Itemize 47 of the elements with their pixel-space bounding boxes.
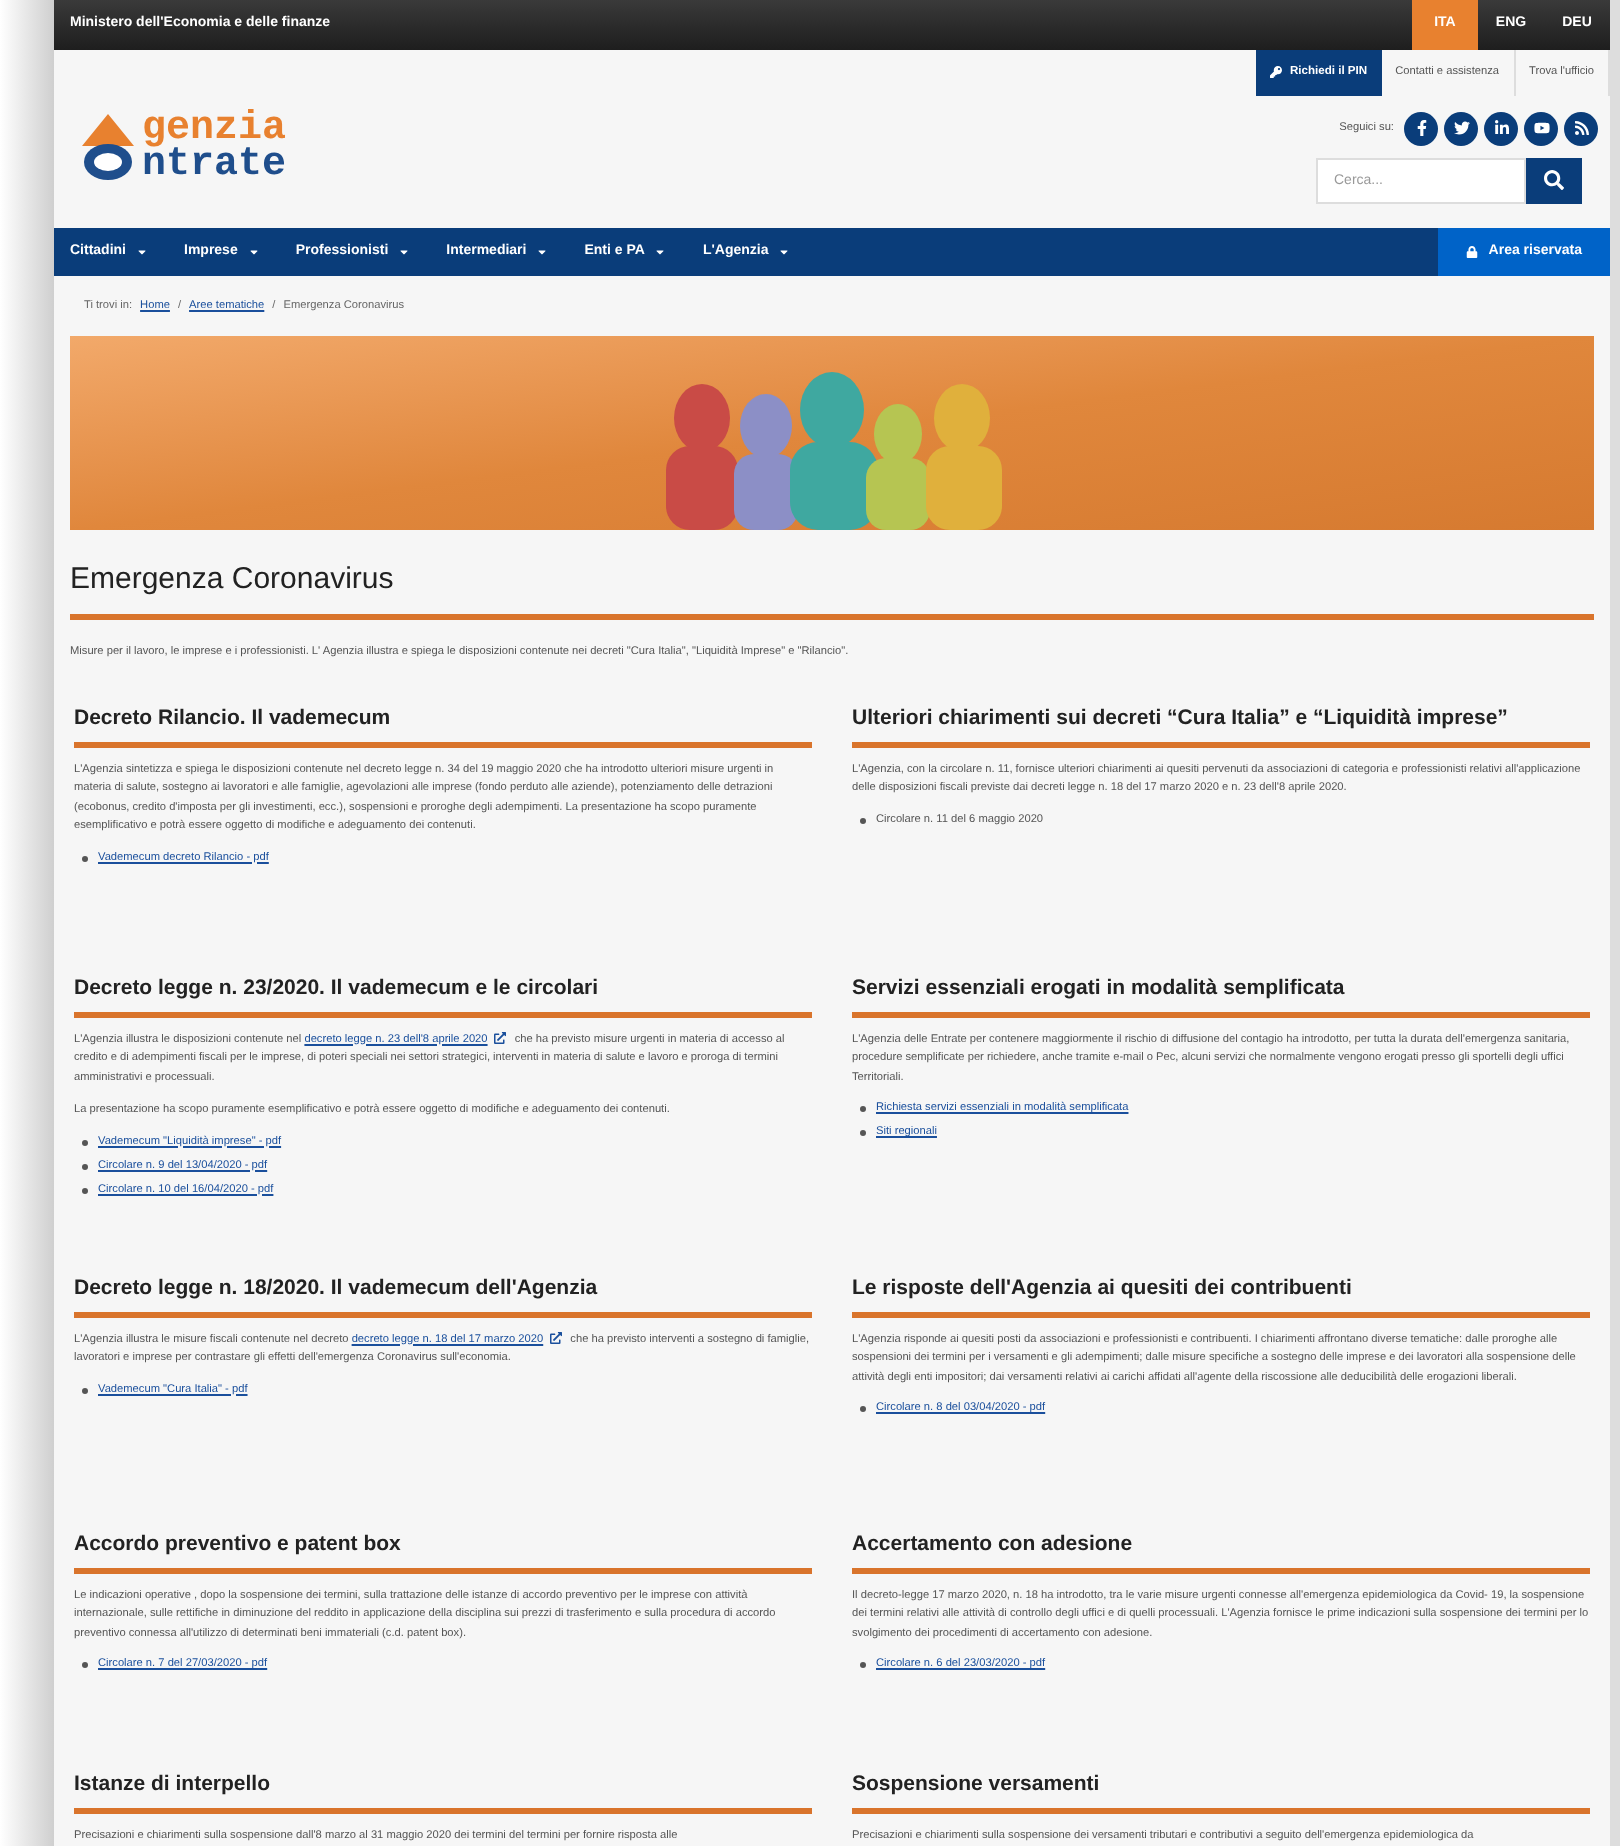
section-heading: Ulteriori chiarimenti sui decreti “Cura Italia” e “Liquidità imprese” <box>852 705 1590 748</box>
section-heading: Le risposte dell'Agenzia ai quesiti dei contribuenti <box>852 1275 1590 1318</box>
page-title: Emergenza Coronavirus <box>70 557 1594 621</box>
logo-bottom-text: ntrate <box>142 148 287 185</box>
caret-icon <box>778 245 791 258</box>
section-heading: Decreto legge n. 18/2020. Il vademecum dell'Agenzia <box>74 1275 812 1318</box>
social-button[interactable] <box>1444 111 1478 146</box>
search-icon <box>1544 170 1564 191</box>
bullet-icon <box>82 1387 88 1394</box>
external-link-icon <box>493 1032 506 1045</box>
twitter-icon <box>1453 120 1469 137</box>
social-button[interactable] <box>1524 111 1558 146</box>
bullet-icon <box>860 1406 866 1413</box>
caret-icon <box>654 245 667 258</box>
bullet-icon <box>82 1163 88 1170</box>
social-button[interactable] <box>1484 111 1518 146</box>
section-heading: Decreto Rilancio. Il vademecum <box>74 705 812 748</box>
logo-top-text: genzia <box>142 112 287 149</box>
section-heading: Decreto legge n. 23/2020. Il vademecum e le circolari <box>74 975 812 1018</box>
section-heading: Sospensione versamenti <box>852 1771 1590 1814</box>
section-heading: Istanze di interpello <box>74 1771 812 1814</box>
bullet-icon <box>82 1139 88 1146</box>
caret-icon <box>398 245 411 258</box>
bullet-icon <box>82 1662 88 1669</box>
caret-icon <box>247 245 260 258</box>
search-button[interactable] <box>1526 157 1582 204</box>
agency-logo[interactable]: genzia ntrate <box>54 49 287 228</box>
key-icon <box>1269 66 1282 79</box>
social-button[interactable] <box>1564 111 1598 146</box>
section-heading: Servizi essenziali erogati in modalità semplificata <box>852 975 1590 1018</box>
external-link-icon <box>549 1332 562 1345</box>
bullet-icon <box>860 1662 866 1669</box>
facebook-icon <box>1413 120 1429 137</box>
bullet-icon <box>860 1106 866 1113</box>
lock-icon <box>1466 245 1479 258</box>
bullet-icon <box>860 1130 866 1137</box>
social-button[interactable] <box>1404 111 1438 146</box>
linkedin-icon <box>1493 120 1509 137</box>
bullet-icon <box>860 817 866 824</box>
bullet-icon <box>82 1187 88 1194</box>
youtube-icon <box>1533 120 1549 137</box>
caret-icon <box>136 245 148 258</box>
section-heading: Accordo preventivo e patent box <box>74 1531 812 1574</box>
caret-icon <box>536 245 549 258</box>
bullet-icon <box>82 855 88 862</box>
rss-icon <box>1573 120 1589 137</box>
section-heading: Accertamento con adesione <box>852 1531 1590 1574</box>
